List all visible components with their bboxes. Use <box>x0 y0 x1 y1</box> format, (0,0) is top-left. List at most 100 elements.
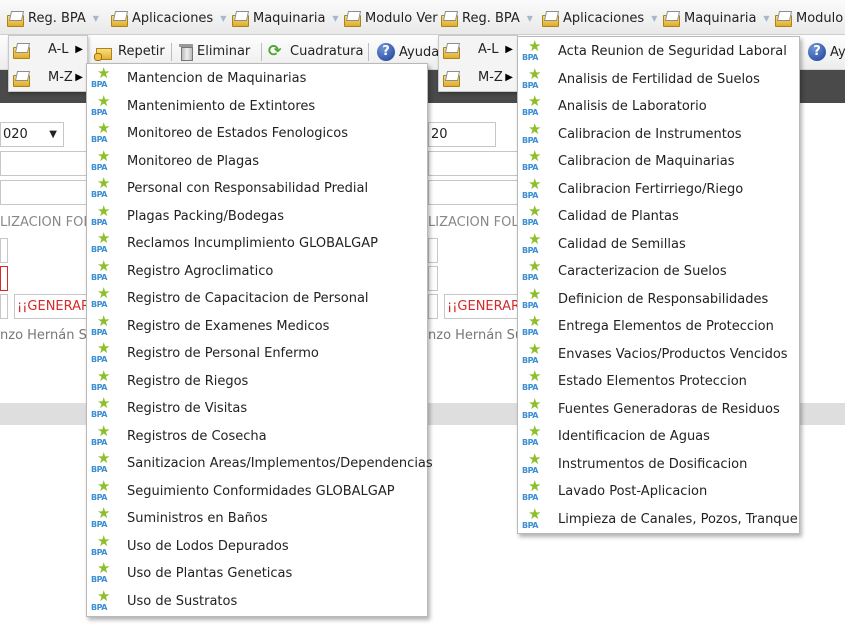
menu-item[interactable]: ★ BPA Instrumentos de Dosificacion <box>518 451 799 479</box>
repetir-button[interactable]: Repetir <box>94 43 165 61</box>
menu-item[interactable]: ★ BPA Registro de Capacitacion de Personal <box>87 285 427 313</box>
menu-item[interactable]: ★ BPA Suministros en Baños <box>87 505 427 533</box>
menu-item[interactable]: ★ BPA Mantencion de Maquinarias <box>87 65 427 93</box>
bpa-logo-icon: ★ BPA <box>91 64 111 90</box>
bpa-logo-icon: ★ BPA <box>522 449 542 475</box>
menu-item[interactable]: ★ BPA Uso de Lodos Depurados <box>87 533 427 561</box>
text-field[interactable] <box>0 151 100 176</box>
menu-item[interactable]: ★ BPA Registro Agroclimatico <box>87 258 427 286</box>
menu-item[interactable]: ★ BPA Mantenimiento de Extintores <box>87 93 427 121</box>
submenu-a-l[interactable]: A-L ▶ <box>9 36 87 63</box>
menu-item[interactable]: ★ BPA Registro de Riegos <box>87 368 427 396</box>
folder-icon <box>442 42 460 59</box>
text-field[interactable] <box>428 266 438 291</box>
text-field[interactable] <box>428 238 438 263</box>
section-heading: LIZACION FOL <box>428 215 519 230</box>
menu-item[interactable]: ★ BPA Limpieza de Canales, Pozos, Tranque <box>518 506 799 534</box>
text-field[interactable] <box>0 238 8 263</box>
menu-item-label: Limpieza de Canales, Pozos, Tranque <box>558 511 798 527</box>
bpa-logo-icon: ★ BPA <box>522 504 542 530</box>
menu-item[interactable]: ★ BPA Calibracion Fertirriego/Riego <box>518 176 799 204</box>
menu-modulo-2[interactable]: Modulo <box>774 8 843 28</box>
menu-item[interactable]: ★ BPA Calidad de Semillas <box>518 231 799 259</box>
menu-item-label: Lavado Post-Aplicacion <box>558 484 708 500</box>
menu-item[interactable]: ★ BPA Definicion de Responsabilidades <box>518 286 799 314</box>
menu-item[interactable]: ★ BPA Monitoreo de Estados Fenologicos <box>87 120 427 148</box>
menu-aplicaciones[interactable]: Aplicaciones ▼ <box>110 8 226 28</box>
menu-item[interactable]: ★ BPA Lavado Post-Aplicacion <box>518 478 799 506</box>
ayuda-button[interactable]: ? Ayuda <box>377 43 439 61</box>
toolbar-divider <box>368 43 369 61</box>
dropdown-arrow-icon: ▼ <box>220 13 227 23</box>
folder-icon <box>343 10 361 27</box>
submenu-m-z[interactable]: M-Z ▶ <box>439 64 517 91</box>
menu-item[interactable]: ★ BPA Uso de Sustratos <box>87 588 427 616</box>
text-field[interactable] <box>428 180 523 205</box>
eliminar-button[interactable]: Eliminar <box>179 43 250 61</box>
menu-item[interactable]: ★ BPA Plagas Packing/Bodegas <box>87 203 427 231</box>
bpa-logo-icon: ★ BPA <box>522 119 542 145</box>
menu-maquinaria[interactable]: Maquinaria ▼ <box>231 8 339 28</box>
menu-item[interactable]: ★ BPA Calibracion de Instrumentos <box>518 121 799 149</box>
menu-modulo[interactable]: Modulo Ver <box>343 8 438 28</box>
year-select[interactable]: 020 ▼ <box>0 122 64 147</box>
menu-item[interactable]: ★ BPA Sanitizacion Areas/Implementos/Depen… <box>87 450 433 478</box>
bpa-logo-icon: ★ BPA <box>91 91 111 117</box>
menu-item[interactable]: ★ BPA Identificacion de Aguas <box>518 423 799 451</box>
text-field[interactable] <box>428 294 438 319</box>
folder-icon <box>12 42 30 59</box>
menu-item[interactable]: ★ BPA Analisis de Laboratorio <box>518 93 799 121</box>
cuadratura-button[interactable]: ⟳ Cuadratura <box>268 43 364 59</box>
dropdown-arrow-icon: ▼ <box>332 13 339 23</box>
year-field[interactable]: 20 <box>428 122 496 147</box>
menu-item-label: Calidad de Semillas <box>558 236 686 252</box>
menu-item-label: Personal con Responsabilidad Predial <box>127 181 369 197</box>
text-field[interactable] <box>0 180 100 205</box>
menu-item[interactable]: ★ BPA Estado Elementos Proteccion <box>518 368 799 396</box>
menu-item[interactable]: ★ BPA Uso de Plantas Geneticas <box>87 560 427 588</box>
menu-item-label: Estado Elementos Proteccion <box>558 374 747 390</box>
chevron-down-icon: ▼ <box>49 129 57 140</box>
menu-maquinaria-2[interactable]: Maquinaria ▼ <box>662 8 770 28</box>
menu-item[interactable]: ★ BPA Fuentes Generadoras de Residuos <box>518 396 799 424</box>
menu-item[interactable]: ★ BPA Registro de Visitas <box>87 395 427 423</box>
menu-item[interactable]: ★ BPA Envases Vacios/Productos Vencidos <box>518 341 799 369</box>
menu-item[interactable]: ★ BPA Registro de Examenes Medicos <box>87 313 427 341</box>
submenu-m-z[interactable]: M-Z ▶ <box>9 64 87 91</box>
ayuda-button-2[interactable]: ? Ay <box>808 43 845 61</box>
menu-reg-bpa-2[interactable]: Reg. BPA ▼ <box>440 8 533 28</box>
menu-item-label: Registro Agroclimatico <box>127 263 274 279</box>
text-field[interactable] <box>0 266 8 291</box>
menu-item-label: Sanitizacion Areas/Implementos/Dependenc… <box>127 456 433 472</box>
generar-button[interactable]: ¡¡GENERAR <box>444 294 522 319</box>
menu-item[interactable]: ★ BPA Calibracion de Maquinarias <box>518 148 799 176</box>
menu-item[interactable]: ★ BPA Analisis de Fertilidad de Suelos <box>518 66 799 94</box>
menu-item[interactable]: ★ BPA Reclamos Incumplimiento GLOBALGAP <box>87 230 427 258</box>
text-field[interactable] <box>0 294 8 319</box>
menu-item-label: Definicion de Responsabilidades <box>558 291 769 307</box>
folder-icon <box>231 10 249 27</box>
menu-item[interactable]: ★ BPA Acta Reunion de Seguridad Laboral <box>518 38 799 66</box>
menu-item[interactable]: ★ BPA Calidad de Plantas <box>518 203 799 231</box>
menu-item[interactable]: ★ BPA Personal con Responsabilidad Predial <box>87 175 427 203</box>
menu-item-label: Suministros en Baños <box>127 511 268 527</box>
text-field[interactable] <box>428 151 523 176</box>
menu-item[interactable]: ★ BPA Registros de Cosecha <box>87 423 427 451</box>
menu-aplicaciones-2[interactable]: Aplicaciones ▼ <box>541 8 657 28</box>
menu-item[interactable]: ★ BPA Entrega Elementos de Proteccion <box>518 313 799 341</box>
menu-item-label: Registro de Examenes Medicos <box>127 318 330 334</box>
menu-item[interactable]: ★ BPA Seguimiento Conformidades GLOBALGAP <box>87 478 427 506</box>
menu-item[interactable]: ★ BPA Registro de Personal Enfermo <box>87 340 427 368</box>
menu-item[interactable]: ★ BPA Monitoreo de Plagas <box>87 148 427 176</box>
toolbar-divider <box>261 43 262 61</box>
bpa-logo-icon: ★ BPA <box>91 504 111 530</box>
menu-item-label: Monitoreo de Estados Fenologicos <box>127 126 349 142</box>
menu-item-label: Calibracion de Instrumentos <box>558 126 742 142</box>
refresh-icon: ⟳ <box>268 41 282 60</box>
menu-item-label: Registro de Riegos <box>127 373 249 389</box>
submenu-a-l[interactable]: A-L ▶ <box>439 36 517 63</box>
generar-button[interactable]: ¡¡GENERAR <box>14 294 88 319</box>
menu-item[interactable]: ★ BPA Caracterizacion de Suelos <box>518 258 799 286</box>
menu-reg-bpa[interactable]: Reg. BPA ▼ <box>6 8 99 28</box>
bpa-logo-icon: ★ BPA <box>91 311 111 337</box>
